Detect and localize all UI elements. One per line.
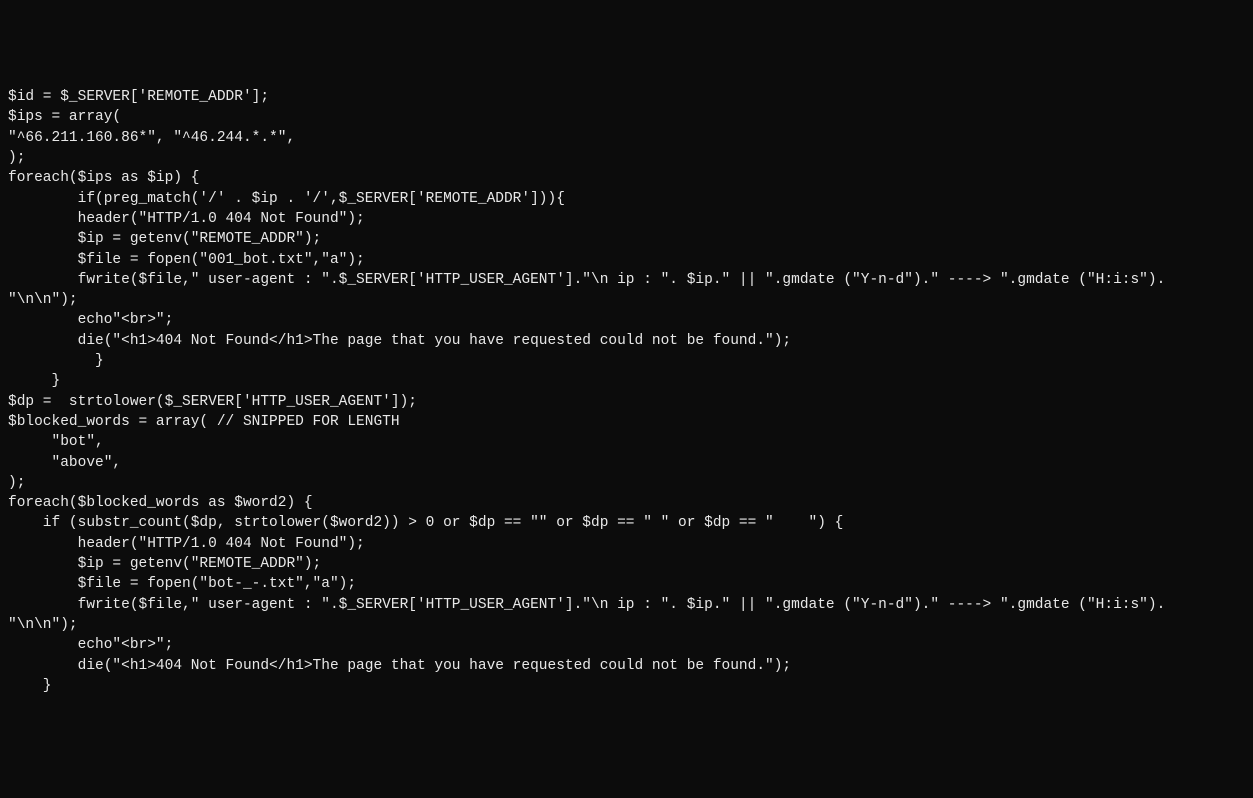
- code-line: $file = fopen("bot-_-.txt","a");: [8, 574, 1245, 594]
- code-line: "\n\n");: [8, 615, 1245, 635]
- code-line: );: [8, 473, 1245, 493]
- code-line: );: [8, 148, 1245, 168]
- code-line: $id = $_SERVER['REMOTE_ADDR'];: [8, 87, 1245, 107]
- code-line: header("HTTP/1.0 404 Not Found");: [8, 534, 1245, 554]
- code-line: }: [8, 371, 1245, 391]
- code-line: fwrite($file," user-agent : ".$_SERVER['…: [8, 270, 1245, 290]
- code-line: if(preg_match('/' . $ip . '/',$_SERVER['…: [8, 189, 1245, 209]
- code-line: $ip = getenv("REMOTE_ADDR");: [8, 229, 1245, 249]
- code-line: $ip = getenv("REMOTE_ADDR");: [8, 554, 1245, 574]
- code-line: foreach($ips as $ip) {: [8, 168, 1245, 188]
- code-line: $file = fopen("001_bot.txt","a");: [8, 250, 1245, 270]
- code-line: die("<h1>404 Not Found</h1>The page that…: [8, 656, 1245, 676]
- code-line: fwrite($file," user-agent : ".$_SERVER['…: [8, 595, 1245, 615]
- code-line: "^66.211.160.86*", "^46.244.*.*",: [8, 128, 1245, 148]
- code-block: $id = $_SERVER['REMOTE_ADDR'];$ips = arr…: [8, 87, 1245, 696]
- code-line: $blocked_words = array( // SNIPPED FOR L…: [8, 412, 1245, 432]
- code-line: }: [8, 676, 1245, 696]
- code-line: $dp = strtolower($_SERVER['HTTP_USER_AGE…: [8, 392, 1245, 412]
- code-line: "bot",: [8, 432, 1245, 452]
- code-line: echo"<br>";: [8, 310, 1245, 330]
- code-line: header("HTTP/1.0 404 Not Found");: [8, 209, 1245, 229]
- code-line: "above",: [8, 453, 1245, 473]
- code-line: $ips = array(: [8, 107, 1245, 127]
- code-line: die("<h1>404 Not Found</h1>The page that…: [8, 331, 1245, 351]
- code-line: if (substr_count($dp, strtolower($word2)…: [8, 513, 1245, 533]
- code-line: }: [8, 351, 1245, 371]
- code-line: "\n\n");: [8, 290, 1245, 310]
- code-line: foreach($blocked_words as $word2) {: [8, 493, 1245, 513]
- code-line: echo"<br>";: [8, 635, 1245, 655]
